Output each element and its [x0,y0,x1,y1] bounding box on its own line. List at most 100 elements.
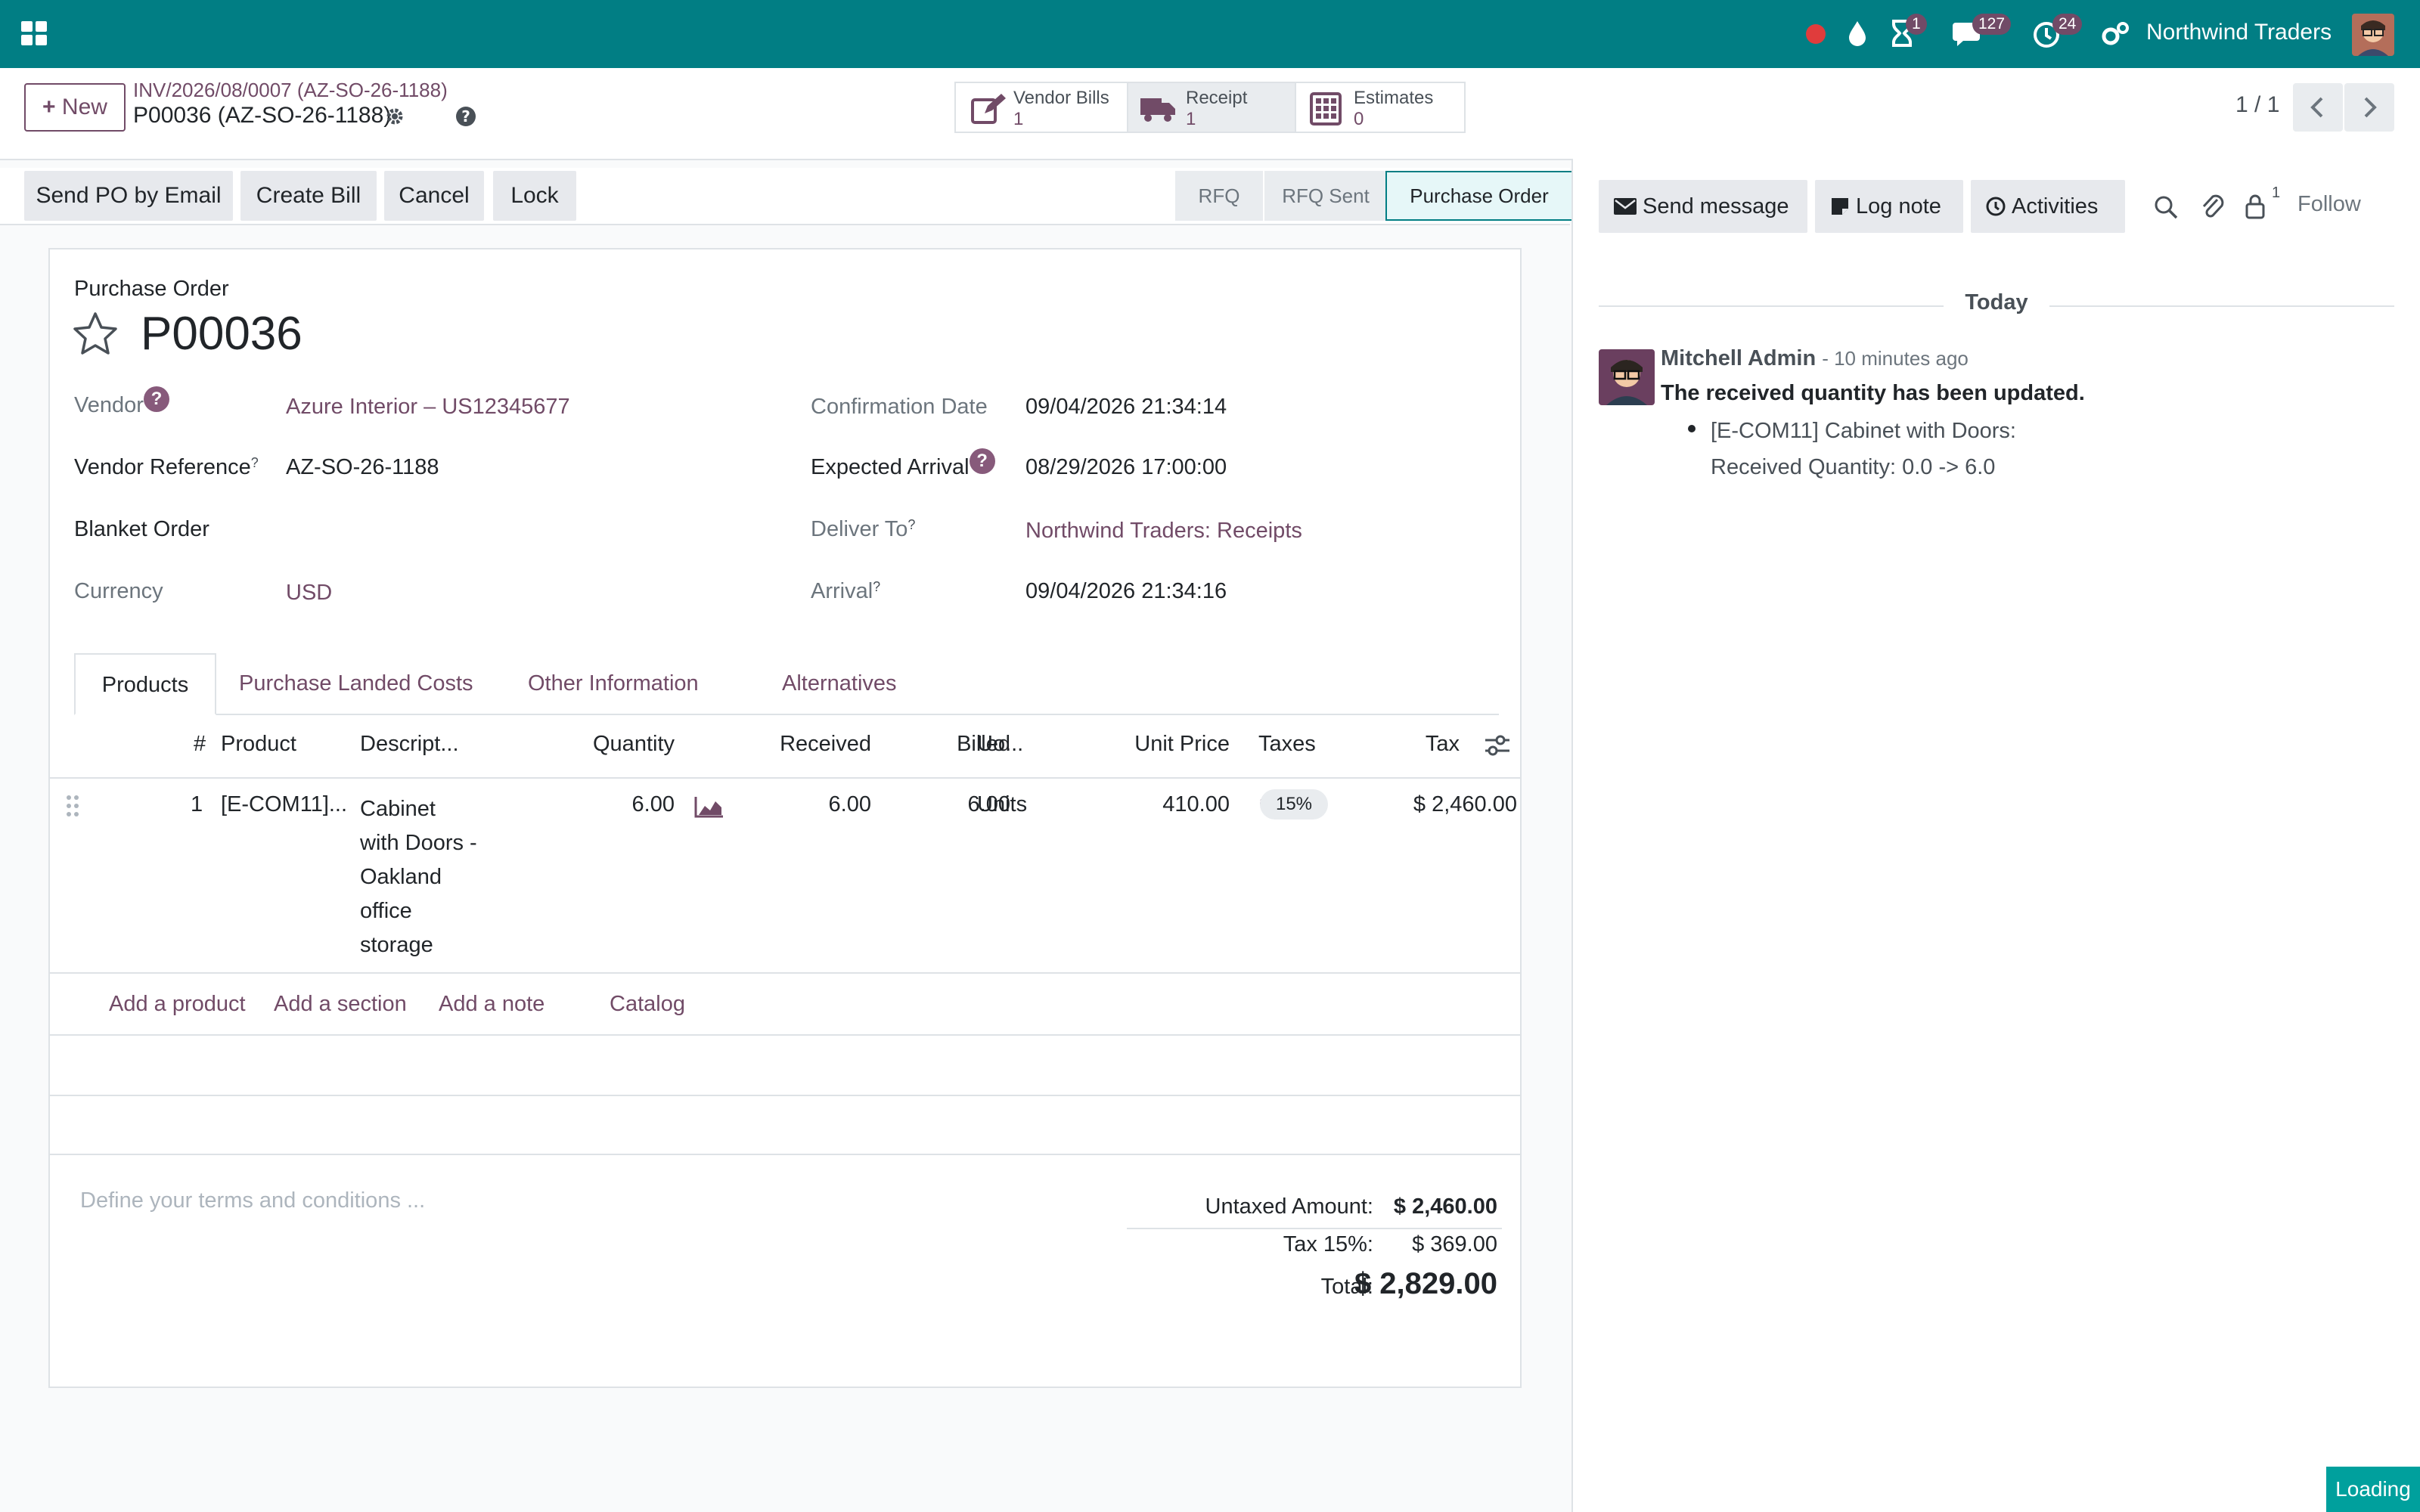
col-product[interactable]: Product [221,732,296,757]
vendor-label: Vendor? [74,386,169,420]
previous-record-button[interactable] [2293,83,2343,132]
add-note-link[interactable]: Add a note [439,992,544,1017]
tax-badge[interactable]: 15% [1260,789,1328,820]
pencil-square-icon [971,94,1006,124]
gear-icon[interactable] [384,106,405,127]
vendor-reference-label: Vendor Reference? [74,455,259,479]
record-icon[interactable] [1806,24,1826,44]
vendor-field[interactable]: Azure Interior – US12345677 [286,395,570,420]
divider [2049,305,2394,307]
pager-value[interactable]: 1 / 1 [2235,92,2279,118]
send-po-button[interactable]: Send PO by Email [24,171,233,221]
chatter-panel: Send message Log note Activities 1 Follo… [1571,159,2420,1512]
smart-button-receipt[interactable]: Receipt 1 [1127,82,1296,133]
tab-purchase-landed-costs[interactable]: Purchase Landed Costs [239,653,473,714]
line-received[interactable]: 6.00 [731,792,871,817]
area-chart-icon[interactable] [694,795,724,818]
smart-button-vendor-bills[interactable]: Vendor Bills 1 [954,82,1128,133]
record-name: P00036 [141,308,302,360]
line-unit-price[interactable]: 410.00 [1078,792,1230,817]
expected-arrival-field[interactable]: 08/29/2026 17:00:00 [1025,455,1227,480]
send-message-button[interactable]: Send message [1599,180,1807,233]
stage-purchase-order[interactable]: Purchase Order [1385,171,1573,221]
line-product[interactable]: [E-COM11]... [221,792,347,817]
svg-text:?: ? [461,107,470,125]
top-navbar: 1 127 24 Northwind Traders [0,0,2420,68]
followers-count[interactable]: 1 [2272,184,2280,202]
activities-badge: 1 [1906,14,1927,35]
terms-input[interactable]: Define your terms and conditions ... [80,1188,425,1213]
drop-icon[interactable] [1847,20,1868,47]
col-taxes[interactable]: Taxes [1258,732,1316,757]
col-unit-price[interactable]: Unit Price [1078,732,1230,757]
cancel-button[interactable]: Cancel [384,171,484,221]
total-value: $ 2,829.00 [1354,1267,1497,1300]
line-description[interactable]: Cabinet with Doors - Oakland office stor… [360,792,477,962]
app-menu-icon[interactable] [21,21,48,47]
chevron-left-icon [2310,97,2323,118]
add-product-link[interactable]: Add a product [109,992,246,1017]
lock-button[interactable]: Lock [493,171,576,221]
optional-columns-icon[interactable] [1484,733,1511,758]
document-type: Purchase Order [74,277,229,301]
col-description[interactable]: Descript... [360,732,459,757]
currency-label: Currency [74,579,163,603]
status-bar: Send PO by Email Create Bill Cancel Lock… [0,168,1573,225]
user-avatar[interactable] [2352,14,2394,56]
col-uom[interactable]: Uo... [977,732,1023,757]
row-divider [50,972,1520,974]
chevron-right-icon [2364,97,2377,118]
help-icon[interactable]: ? [455,106,476,127]
note-icon [1830,197,1850,216]
untaxed-label: Untaxed Amount: [1205,1194,1373,1219]
loading-indicator: Loading [2326,1467,2420,1512]
new-button[interactable]: + New [24,83,126,132]
line-subtotal: $ 2,460.00 [1413,792,1517,816]
company-name[interactable]: Northwind Traders [2146,20,2332,45]
catalog-link[interactable]: Catalog [610,992,685,1017]
drag-handle-icon[interactable] [65,794,80,818]
follow-button[interactable]: Follow [2297,192,2361,217]
tab-other-information[interactable]: Other Information [528,653,699,714]
tab-products[interactable]: Products [74,653,216,715]
lock-icon[interactable] [2245,194,2266,219]
smart-button-estimates[interactable]: Estimates 0 [1295,82,1466,133]
stage-rfq[interactable]: RFQ [1175,171,1263,221]
messages-badge: 127 [1972,14,2012,35]
settings-icon[interactable] [2101,21,2130,48]
confirmation-date-field[interactable]: 09/04/2026 21:34:14 [1025,395,1227,420]
line-number: 1 [191,792,203,816]
paperclip-icon[interactable] [2201,192,2225,221]
expected-arrival-help-icon[interactable]: ? [969,448,995,474]
col-quantity[interactable]: Quantity [541,732,675,757]
stage-rfq-sent[interactable]: RFQ Sent [1263,171,1387,221]
arrival-field[interactable]: 09/04/2026 21:34:16 [1025,579,1227,604]
envelope-icon [1614,198,1637,215]
star-icon[interactable] [73,311,118,355]
divider [1599,305,1944,307]
breadcrumb-current: P00036 (AZ-SO-26-1188) [133,103,392,128]
next-record-button[interactable] [2344,83,2394,132]
breadcrumb-parent[interactable]: INV/2026/08/0007 (AZ-SO-26-1188) [133,79,448,102]
vendor-reference-field[interactable]: AZ-SO-26-1188 [286,455,439,480]
currency-field[interactable]: USD [286,581,332,606]
log-note-button[interactable]: Log note [1815,180,1963,233]
col-received[interactable]: Received [731,732,871,757]
author-avatar[interactable] [1599,349,1655,405]
line-uom[interactable]: Units [977,792,1027,817]
header-divider [50,777,1520,779]
search-icon[interactable] [2154,195,2178,219]
message-author[interactable]: Mitchell Admin [1661,346,1816,370]
message-header: Mitchell Admin - 10 minutes ago [1661,346,1969,371]
create-bill-button[interactable]: Create Bill [240,171,377,221]
line-quantity[interactable]: 6.00 [541,792,675,817]
untaxed-value: $ 2,460.00 [1393,1194,1497,1219]
clock-icon [1986,197,2006,216]
vendor-help-icon[interactable]: ? [143,386,169,412]
col-tax[interactable]: Tax [1388,732,1460,757]
expected-arrival-label: Expected Arrival? [811,448,995,482]
tab-alternatives[interactable]: Alternatives [782,653,897,714]
deliver-to-field[interactable]: Northwind Traders: Receipts [1025,519,1302,544]
add-section-link[interactable]: Add a section [274,992,407,1017]
activities-button[interactable]: Activities [1971,180,2125,233]
